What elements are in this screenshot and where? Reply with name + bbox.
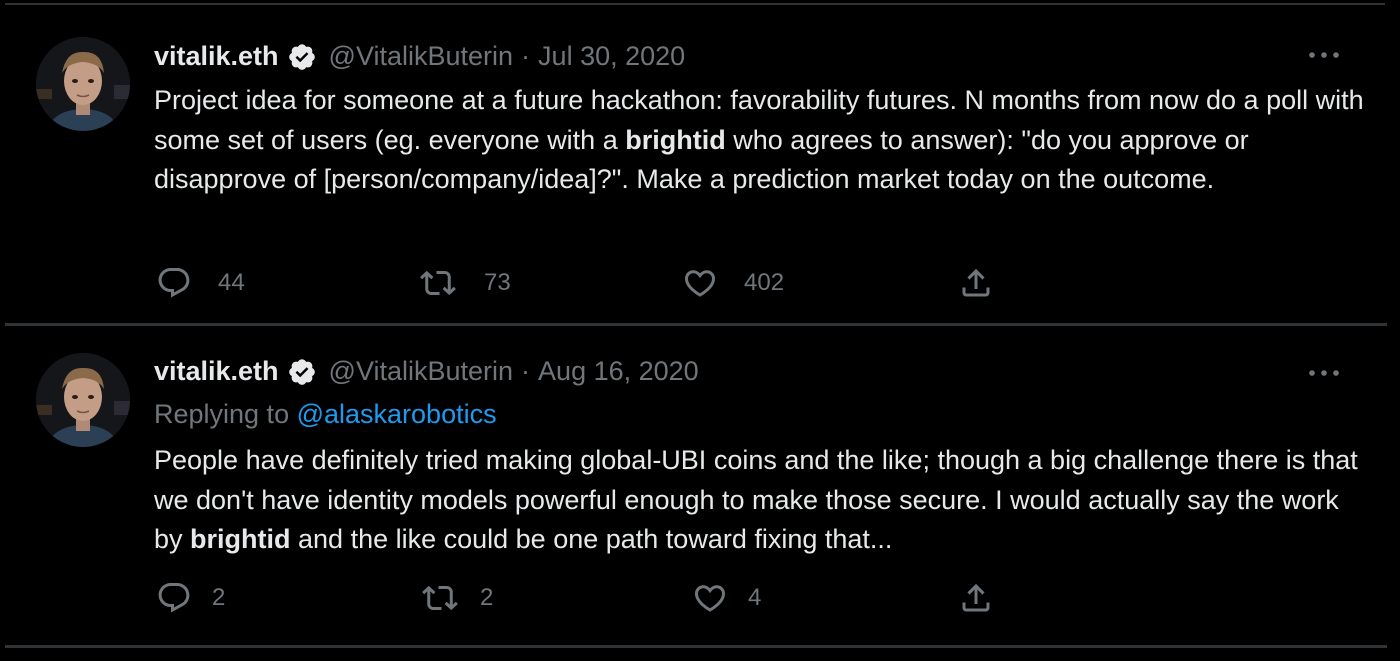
more-options-icon[interactable]	[1307, 45, 1341, 65]
tweet-divider	[5, 645, 1387, 648]
like-count: 402	[744, 269, 785, 296]
share-icon	[958, 265, 994, 301]
reply-button[interactable]: 2	[156, 578, 225, 618]
tweet-text-part: and the like could be one path toward fi…	[290, 524, 893, 554]
tweet[interactable]: vitalik.eth @VitalikButerin · Jul 30, 20…	[5, 5, 1387, 325]
tweet-header: vitalik.eth @VitalikButerin · Aug 16, 20…	[154, 356, 699, 387]
share-button[interactable]	[958, 578, 994, 618]
reply-count: 2	[212, 584, 226, 611]
tweet-date[interactable]: Jul 30, 2020	[538, 41, 685, 72]
tweet-header: vitalik.eth @VitalikButerin · Jul 30, 20…	[154, 41, 685, 72]
mention-link[interactable]: @alaskarobotics	[297, 399, 497, 429]
tweet[interactable]: vitalik.eth @VitalikButerin · Aug 16, 20…	[5, 327, 1387, 646]
reply-count: 44	[218, 269, 245, 296]
replying-label: Replying to	[154, 399, 297, 429]
retweet-icon	[420, 580, 460, 616]
retweet-button[interactable]: 73	[418, 263, 511, 303]
tweet-actions: 44 73 402	[154, 263, 1054, 303]
tweet-text: Project idea for someone at a future hac…	[154, 81, 1369, 200]
like-count: 4	[748, 584, 762, 611]
like-icon	[692, 580, 728, 616]
reply-icon	[156, 265, 192, 301]
display-name[interactable]: vitalik.eth	[154, 356, 279, 387]
retweet-button[interactable]: 2	[420, 578, 493, 618]
avatar[interactable]	[36, 37, 130, 131]
tweet-date[interactable]: Aug 16, 2020	[538, 356, 699, 387]
more-options-icon[interactable]	[1307, 363, 1341, 383]
reply-button[interactable]: 44	[156, 263, 245, 303]
tweet-divider	[5, 323, 1387, 326]
reply-icon	[156, 580, 192, 616]
retweet-count: 73	[484, 269, 511, 296]
retweet-count: 2	[480, 584, 494, 611]
replying-to: Replying to @alaskarobotics	[154, 399, 497, 430]
separator-dot: ·	[521, 356, 531, 386]
display-name[interactable]: vitalik.eth	[154, 41, 279, 72]
tweet-actions: 2 2 4	[154, 578, 1054, 618]
user-handle[interactable]: @VitalikButerin	[329, 41, 514, 72]
separator-dot: ·	[521, 41, 531, 71]
verified-badge-icon	[287, 42, 317, 72]
avatar[interactable]	[36, 353, 130, 447]
user-handle[interactable]: @VitalikButerin	[329, 356, 514, 387]
like-button[interactable]: 4	[692, 578, 761, 618]
tweet-text: People have definitely tried making glob…	[154, 441, 1369, 560]
share-icon	[958, 580, 994, 616]
tweet-text-bold: brightid	[190, 524, 291, 554]
like-icon	[682, 265, 718, 301]
tweet-text-bold: brightid	[625, 124, 726, 155]
verified-badge-icon	[287, 357, 317, 387]
like-button[interactable]: 402	[682, 263, 784, 303]
retweet-icon	[418, 265, 458, 301]
share-button[interactable]	[958, 263, 994, 303]
